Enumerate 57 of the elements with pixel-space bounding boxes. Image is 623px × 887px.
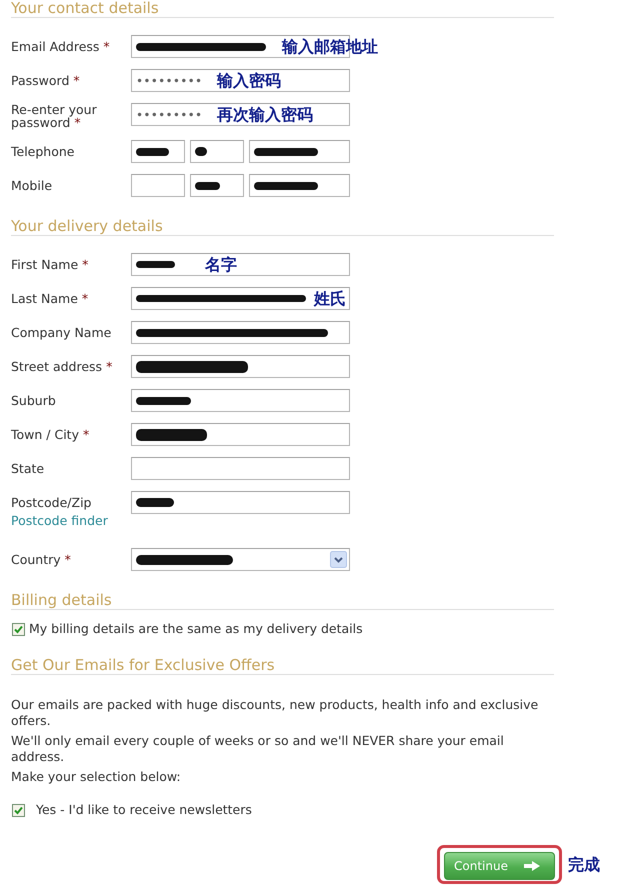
paragraph-text: Our emails are packed with huge discounts, new products, health info and exclusive offers. — [11, 697, 540, 729]
section-heading: Your contact details — [11, 0, 159, 17]
input-field[interactable] — [190, 140, 244, 163]
field-label: Town / City * — [11, 428, 90, 441]
redaction-scribble — [254, 148, 318, 156]
field-label: State — [11, 462, 44, 475]
input-field[interactable] — [131, 287, 350, 310]
annotation-text: 输入邮箱地址 — [282, 36, 378, 58]
section-heading: Your delivery details — [11, 217, 163, 235]
field-label: Email Address * — [11, 40, 110, 53]
field-label: Street address * — [11, 360, 112, 373]
checkbox[interactable] — [12, 622, 25, 636]
redaction-scribble — [254, 182, 318, 190]
field-label: Suburb — [11, 394, 56, 407]
annotation-text: 名字 — [205, 254, 237, 276]
annotation-text: 再次输入密码 — [217, 104, 313, 126]
input-field[interactable] — [131, 355, 350, 378]
checkbox-label[interactable]: Yes - I'd like to receive newsletters — [36, 803, 252, 817]
field-label: Mobile — [11, 179, 52, 192]
annotation-text: 完成 — [568, 854, 600, 874]
paragraph-text: Make your selection below: — [11, 769, 182, 785]
input-field[interactable] — [131, 491, 350, 514]
postcode-finder-link[interactable]: Postcode finder — [11, 514, 108, 528]
annotation-text: 姓氏 — [314, 288, 346, 310]
field-label: Last Name * — [11, 292, 88, 305]
arrow-right-icon — [524, 861, 540, 871]
redaction-scribble — [136, 261, 175, 268]
field-label: Re-enter your password * — [11, 103, 98, 129]
input-field[interactable] — [131, 140, 185, 163]
redaction-scribble — [136, 428, 207, 440]
input-field[interactable] — [249, 140, 350, 163]
redaction-scribble — [136, 148, 169, 156]
redaction-scribble — [136, 498, 174, 507]
input-field[interactable] — [131, 253, 350, 276]
field-label: Country * — [11, 553, 71, 566]
input-field[interactable] — [131, 174, 185, 197]
field-label: Postcode/Zip — [11, 496, 92, 509]
redaction-scribble — [195, 182, 220, 190]
section-heading: Billing details — [11, 591, 112, 609]
input-field[interactable] — [131, 423, 350, 446]
checkbox-label[interactable]: My billing details are the same as my delivery details — [29, 622, 363, 636]
annotation-text: 输入密码 — [217, 70, 281, 92]
redaction-scribble — [195, 147, 207, 156]
redaction-scribble — [136, 396, 191, 404]
input-field[interactable] — [190, 174, 244, 197]
dropdown-field[interactable] — [131, 548, 350, 571]
section-heading: Get Our Emails for Exclusive Offers — [11, 656, 275, 674]
field-label: Password * — [11, 74, 80, 87]
field-label: First Name * — [11, 258, 88, 271]
field-label: Telephone — [11, 145, 74, 158]
paragraph-text: We'll only email every couple of weeks or so and we'll NEVER share your email address. — [11, 733, 505, 765]
field-label: Company Name — [11, 326, 112, 339]
input-field[interactable] — [131, 321, 350, 344]
checkbox[interactable] — [12, 804, 25, 816]
input-field[interactable] — [131, 389, 350, 412]
input-field[interactable] — [131, 457, 350, 480]
input-field[interactable] — [249, 174, 350, 197]
